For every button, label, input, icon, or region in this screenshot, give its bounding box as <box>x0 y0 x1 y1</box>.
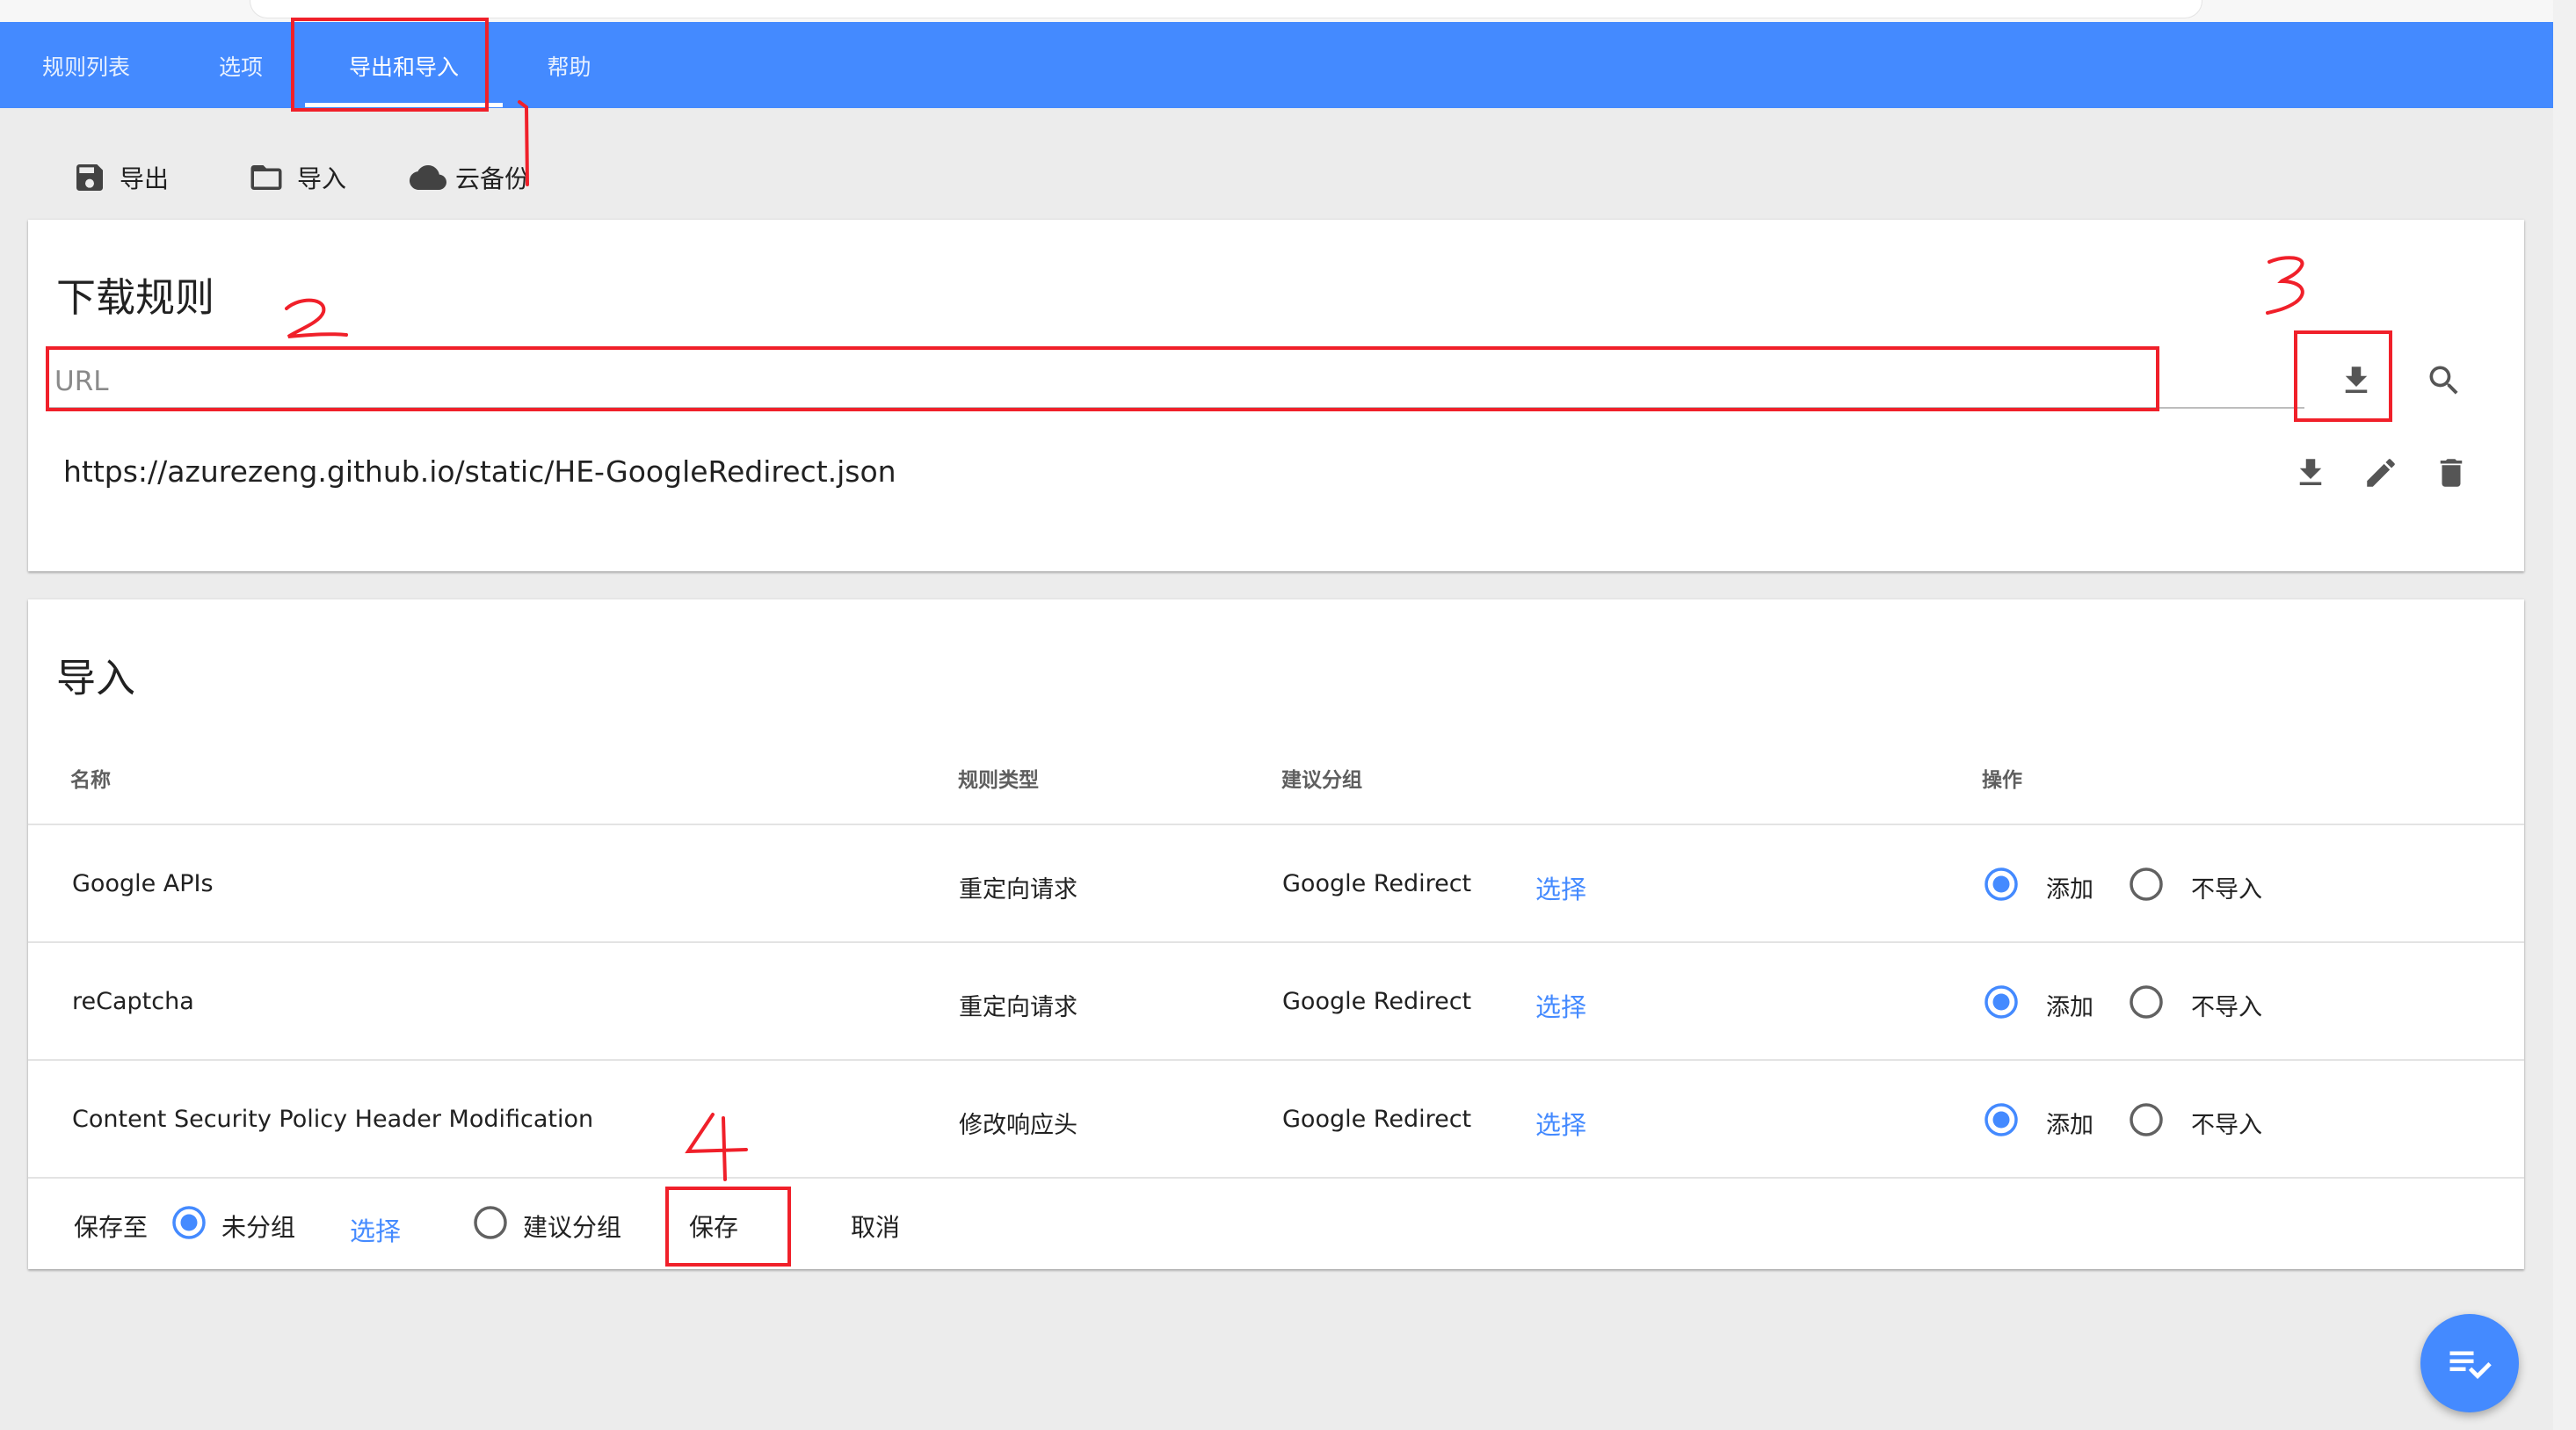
radio-add-selected[interactable] <box>1984 984 2019 1020</box>
download-icon <box>2299 459 2322 485</box>
cloud-backup-button[interactable]: 云备份 <box>406 156 529 199</box>
annotation-box-2 <box>46 346 2159 411</box>
rule-name: Google APIs <box>72 870 214 897</box>
rule-url-text: https://azurezeng.github.io/static/HE-Go… <box>63 454 896 489</box>
radio-add-label: 添加 <box>2046 1112 2093 1139</box>
rule-group: Google Redirect <box>1282 1106 1472 1133</box>
select-group-link[interactable]: 选择 <box>1535 869 1586 906</box>
table-divider <box>28 1059 2524 1061</box>
annotation-number-1 <box>518 100 529 186</box>
import-card <box>28 599 2524 1269</box>
rule-group: Google Redirect <box>1282 988 1472 1015</box>
rule-type: 重定向请求 <box>959 876 1078 904</box>
cloud-icon <box>410 165 446 190</box>
export-button[interactable]: 导出 <box>72 156 169 199</box>
rule-name: reCaptcha <box>72 988 194 1015</box>
annotation-number-4 <box>685 1113 748 1181</box>
table-divider <box>28 824 2524 825</box>
radio-skip[interactable] <box>2129 1102 2164 1137</box>
import-button[interactable]: 导入 <box>248 156 346 199</box>
column-header-actions: 操作 <box>1982 769 2022 792</box>
import-title: 导入 <box>56 655 136 701</box>
tab-options[interactable]: 选项 <box>186 22 295 108</box>
radio-skip-label: 不导入 <box>2191 876 2262 904</box>
radio-add-label: 添加 <box>2046 876 2093 904</box>
rule-edit-button[interactable] <box>2355 447 2406 498</box>
tab-rule-list[interactable]: 规则列表 <box>16 22 156 108</box>
export-label: 导出 <box>120 164 170 193</box>
download-rules-title: 下载规则 <box>56 274 215 321</box>
radio-ungrouped-selected[interactable] <box>171 1205 207 1240</box>
edit-icon <box>2367 459 2395 487</box>
select-group-link[interactable]: 选择 <box>1535 1105 1586 1142</box>
radio-skip-label: 不导入 <box>2191 994 2262 1021</box>
cancel-button[interactable]: 取消 <box>851 1209 900 1244</box>
table-divider <box>28 941 2524 943</box>
playlist-check-icon <box>2449 1351 2492 1379</box>
import-label: 导入 <box>297 164 347 193</box>
annotation-number-2 <box>285 298 348 338</box>
rule-group: Google Redirect <box>1282 870 1472 897</box>
rule-download-button[interactable] <box>2285 447 2336 498</box>
save-icon <box>76 164 103 191</box>
suggested-group-label: 建议分组 <box>523 1213 622 1242</box>
folder-icon <box>250 165 282 190</box>
search-icon <box>2429 366 2458 395</box>
radio-add-label: 添加 <box>2046 994 2093 1021</box>
search-url-button[interactable] <box>2419 355 2470 406</box>
column-header-type: 规则类型 <box>958 769 1039 792</box>
table-divider <box>28 1177 2524 1179</box>
radio-skip-label: 不导入 <box>2191 1112 2262 1139</box>
annotation-number-3 <box>2266 256 2304 315</box>
page-scrollbar[interactable] <box>2553 0 2576 1430</box>
rule-delete-button[interactable] <box>2426 447 2477 498</box>
tab-help[interactable]: 帮助 <box>519 22 620 108</box>
radio-skip[interactable] <box>2129 984 2164 1020</box>
delete-icon <box>2440 459 2463 487</box>
radio-add-selected[interactable] <box>1984 867 2019 902</box>
rule-type: 修改响应头 <box>959 1112 1078 1139</box>
radio-add-selected[interactable] <box>1984 1102 2019 1137</box>
select-save-group-link[interactable]: 选择 <box>350 1211 401 1248</box>
ungrouped-label: 未分组 <box>221 1213 296 1242</box>
floating-action-button[interactable] <box>2420 1314 2519 1412</box>
column-header-group: 建议分组 <box>1281 769 1362 792</box>
address-bar[interactable] <box>250 0 2202 18</box>
column-header-name: 名称 <box>70 769 111 792</box>
select-group-link[interactable]: 选择 <box>1535 987 1586 1024</box>
save-to-label: 保存至 <box>74 1213 149 1242</box>
radio-suggested-group[interactable] <box>473 1205 508 1240</box>
annotation-box-3 <box>2294 330 2392 422</box>
rule-name: Content Security Policy Header Modificat… <box>72 1106 594 1133</box>
radio-skip[interactable] <box>2129 867 2164 902</box>
annotation-box-4 <box>665 1187 791 1267</box>
rule-type: 重定向请求 <box>959 994 1078 1021</box>
annotation-box-1 <box>291 18 489 112</box>
